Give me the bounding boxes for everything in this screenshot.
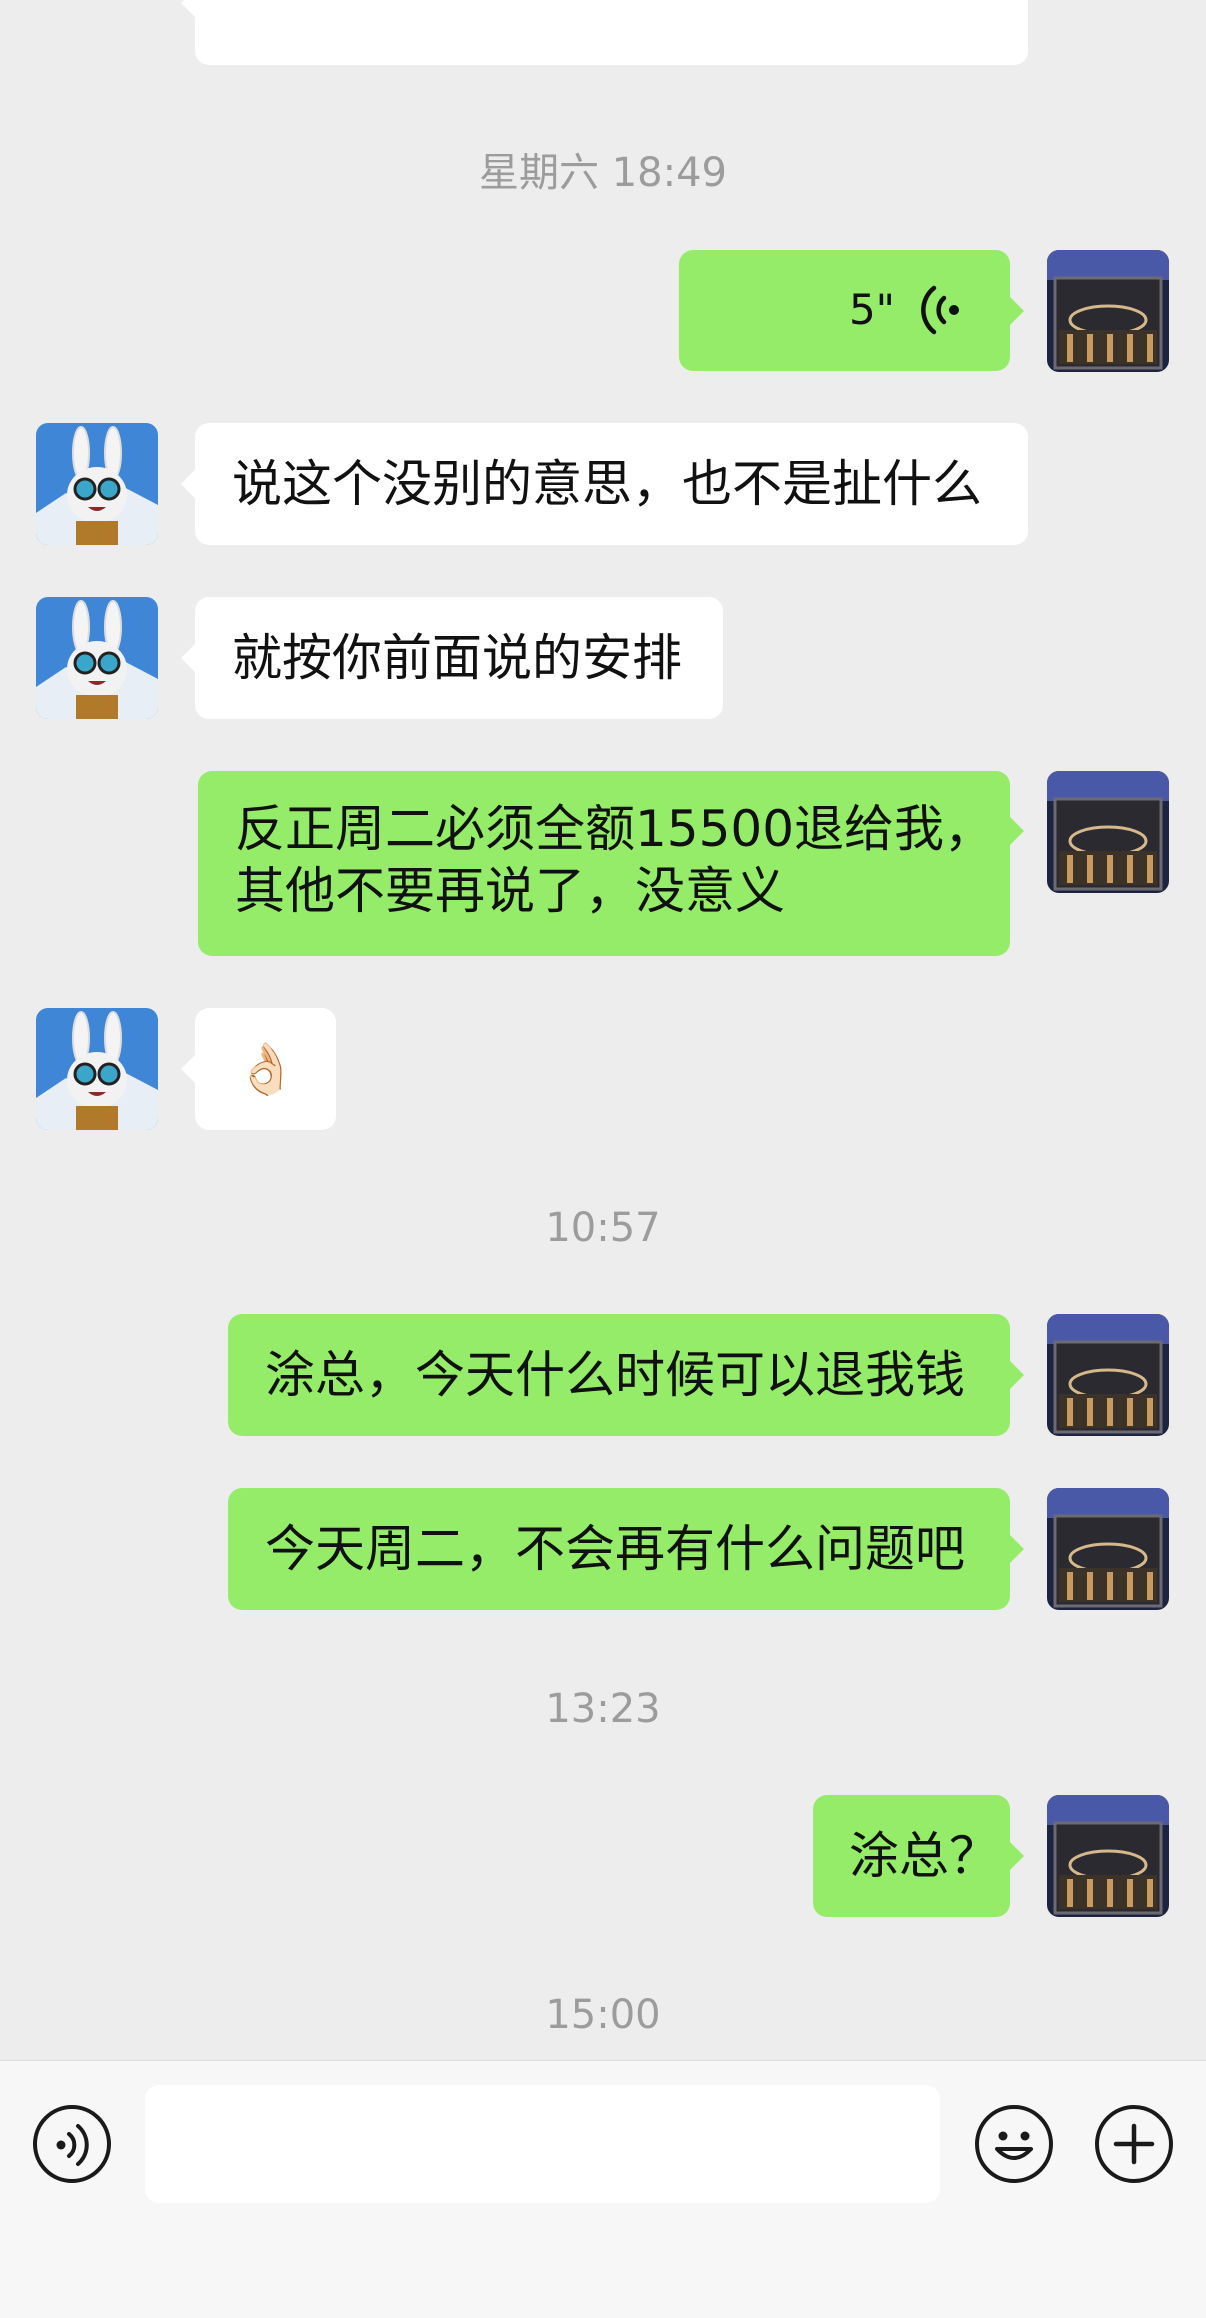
- voice-mode-button[interactable]: [33, 2105, 111, 2183]
- my-avatar[interactable]: [1047, 771, 1169, 893]
- voice-duration: 5": [848, 285, 895, 334]
- contact-avatar[interactable]: [36, 597, 158, 719]
- contact-avatar[interactable]: [36, 1008, 158, 1130]
- message-text: 今天周二，不会再有什么问题吧: [265, 1520, 965, 1578]
- input-toolbar: [0, 2060, 1206, 2318]
- outgoing-message[interactable]: 反正周二必须全额15500退给我， 其他不要再说了，没意义: [198, 771, 1024, 956]
- outgoing-message[interactable]: 涂总？: [813, 1795, 1024, 1917]
- my-avatar[interactable]: [1047, 1314, 1169, 1436]
- plus-icon: [1099, 2109, 1169, 2183]
- timestamp: 10:57: [545, 1205, 661, 1251]
- voice-mode-icon: [51, 2122, 95, 2172]
- message-input[interactable]: [145, 2085, 940, 2203]
- message-text-line-1: 反正周二必须全额15500退给我，: [235, 800, 995, 858]
- more-button[interactable]: [1095, 2105, 1173, 2183]
- chat-area[interactable]: 星期六 18:49 5" 说这个没别的意思，也不是扯什么 就按你前面说的安排 反…: [0, 0, 1206, 2060]
- message-text: 就按你前面说的安排: [232, 629, 682, 687]
- emoji-button[interactable]: [975, 2105, 1053, 2183]
- ok-hand-emoji: 👌🏻: [235, 1040, 298, 1098]
- voice-wave-icon: [918, 280, 962, 354]
- timestamp: 13:23: [545, 1686, 661, 1732]
- outgoing-message[interactable]: 今天周二，不会再有什么问题吧: [228, 1488, 1024, 1610]
- timestamp: 15:00: [545, 1992, 661, 2038]
- my-avatar[interactable]: [1047, 1488, 1169, 1610]
- message-text-line-2: 其他不要再说了，没意义: [235, 862, 785, 920]
- message-text: 说这个没别的意思，也不是扯什么: [232, 455, 982, 513]
- timestamp: 星期六 18:49: [479, 150, 727, 196]
- outgoing-message[interactable]: 涂总，今天什么时候可以退我钱: [228, 1314, 1024, 1436]
- my-avatar[interactable]: [1047, 250, 1169, 372]
- message-text: 涂总？: [849, 1827, 999, 1885]
- emoji-face-icon: [979, 2109, 1049, 2183]
- voice-message-bubble[interactable]: 5": [679, 250, 1024, 371]
- incoming-emoji-message[interactable]: 👌🏻: [181, 1008, 336, 1130]
- previous-message-bubble[interactable]: [181, 0, 1028, 65]
- incoming-message[interactable]: 就按你前面说的安排: [181, 597, 723, 719]
- incoming-message[interactable]: 说这个没别的意思，也不是扯什么: [181, 423, 1028, 545]
- message-text: 涂总，今天什么时候可以退我钱: [265, 1346, 965, 1404]
- my-avatar[interactable]: [1047, 1795, 1169, 1917]
- contact-avatar[interactable]: [36, 423, 158, 545]
